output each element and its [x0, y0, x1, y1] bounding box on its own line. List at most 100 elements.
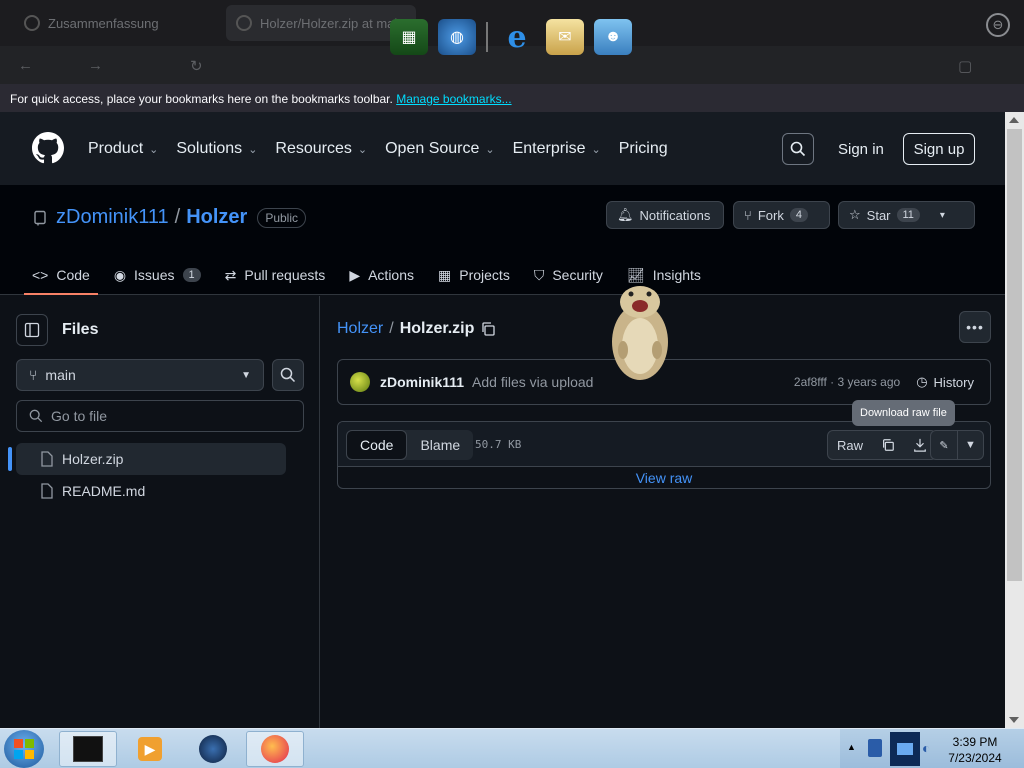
copy-path-icon[interactable] [480, 321, 496, 337]
display-icon[interactable] [890, 732, 920, 766]
nav-open-source-label: Open Source [385, 140, 480, 157]
start-button[interactable] [4, 730, 44, 768]
page-scrollbar[interactable] [1005, 112, 1024, 728]
code-view-button[interactable]: Code [346, 430, 408, 460]
star-dropdown-icon[interactable]: ▾ [940, 210, 945, 221]
sidebar-search-button[interactable] [272, 359, 304, 391]
volume-icon[interactable]: ◐ [922, 740, 930, 756]
chevron-down-icon: ⌄ [591, 143, 601, 156]
users-icon[interactable]: ☻ [594, 19, 632, 55]
raw-button[interactable]: Raw [828, 431, 872, 459]
selected-file-marker [8, 447, 12, 471]
sign-in-link[interactable]: Sign in [838, 141, 884, 158]
file-content-box: Code Blame 50.7 KB Raw ✎ ▼ View raw [337, 421, 991, 489]
tree-item-label: Holzer.zip [62, 451, 124, 467]
extensions-icon[interactable]: ▢ [958, 57, 972, 75]
nav-resources-label: Resources [275, 140, 352, 157]
taskbar-globe[interactable] [184, 731, 242, 767]
pencil-icon[interactable]: ✎ [931, 431, 957, 459]
play-icon: ▶ [349, 266, 361, 283]
github-favicon-icon [236, 15, 252, 31]
scroll-up-icon[interactable] [1009, 117, 1019, 123]
fork-button[interactable]: ⑂ Fork 4 [733, 201, 830, 229]
copy-raw-icon[interactable] [872, 431, 904, 459]
tab-security[interactable]: ⛉ Security [534, 255, 603, 295]
commit-message[interactable]: Add files via upload [472, 374, 593, 390]
tree-item-readme[interactable]: README.md [16, 475, 286, 507]
notifications-button[interactable]: 🔔︎ Notifications [606, 201, 724, 229]
view-raw-link[interactable]: View raw [338, 470, 990, 486]
collapse-sidebar-button[interactable] [16, 314, 48, 346]
reload-icon[interactable]: ↻ [190, 57, 203, 75]
files-title: Files [62, 321, 99, 338]
account-icon[interactable]: ⊖ [986, 13, 1010, 37]
browser-tab-1[interactable]: Zusammenfassung [14, 5, 214, 41]
system-clock[interactable]: 3:39 PM 7/23/2024 [940, 734, 1010, 766]
branch-name: main [45, 367, 76, 383]
tree-item-holzer-zip[interactable]: Holzer.zip [16, 443, 286, 475]
scroll-thumb[interactable] [1007, 129, 1022, 581]
tab-issues[interactable]: ◉ Issues 1 [114, 255, 201, 295]
search-icon [29, 409, 43, 423]
history-button[interactable]: ◷ History [916, 374, 974, 390]
internet-explorer-icon[interactable]: e [498, 19, 536, 55]
tab-code[interactable]: <> Code [24, 255, 98, 295]
more-options-button[interactable]: ••• [959, 311, 991, 343]
notifications-label: Notifications [639, 207, 711, 223]
tab-pull-requests[interactable]: ⇄ Pull requests [225, 255, 326, 295]
nav-solutions[interactable]: Solutions ⌄ [176, 140, 257, 158]
edit-dropdown-icon[interactable]: ▼ [957, 431, 983, 459]
commit-author[interactable]: zDominik111 [380, 374, 464, 390]
raw-actions: Raw [827, 430, 938, 460]
forward-icon[interactable]: → [88, 57, 103, 74]
taskbar-firefox[interactable] [246, 731, 304, 767]
avatar[interactable] [350, 372, 370, 392]
branch-selector[interactable]: ⑂ main ▼ [16, 359, 264, 391]
repo-name-link[interactable]: Holzer [186, 206, 247, 229]
taskbar-media-player[interactable]: ▶ [121, 731, 179, 767]
manage-bookmarks-link[interactable]: Manage bookmarks... [396, 92, 511, 106]
taskbar-terminal[interactable] [59, 731, 117, 767]
breadcrumb-repo-link[interactable]: Holzer [337, 320, 383, 338]
tab-actions[interactable]: ▶ Actions [349, 255, 414, 295]
github-logo-icon[interactable] [32, 132, 64, 164]
star-button[interactable]: ☆ Star 11 ▾ [838, 201, 975, 229]
nav-pricing[interactable]: Pricing [619, 140, 668, 158]
sign-up-button[interactable]: Sign up [903, 133, 975, 165]
star-label: Star [866, 207, 891, 223]
github-header: Product ⌄ Solutions ⌄ Resources ⌄ Open Sour… [0, 112, 1005, 185]
fork-icon: ⑂ [744, 207, 752, 223]
blame-view-button[interactable]: Blame [407, 430, 473, 460]
spreadsheet-app-icon[interactable]: ▦ [390, 19, 428, 55]
go-to-file-input[interactable]: Go to file [16, 400, 304, 432]
star-icon: ☆ [849, 207, 861, 222]
file-icon [41, 451, 53, 467]
table-icon: ▦ [438, 266, 452, 283]
repo-owner-link[interactable]: zDominik111 [56, 206, 169, 229]
app-dock: ▦ ◍ e ✉ ☻ [390, 16, 634, 58]
network-icon[interactable] [868, 739, 882, 757]
tray-expand-icon[interactable]: ▲ [847, 742, 856, 752]
bell-icon: 🔔︎ [617, 207, 634, 222]
chevron-down-icon: ⌄ [248, 143, 258, 156]
globe-download-icon[interactable]: ◍ [438, 19, 476, 55]
scroll-down-icon[interactable] [1009, 717, 1019, 723]
nav-open-source[interactable]: Open Source ⌄ [385, 140, 495, 158]
mail-folder-icon[interactable]: ✉ [546, 19, 584, 55]
search-icon [280, 367, 296, 383]
nav-resources[interactable]: Resources ⌄ [275, 140, 367, 158]
tab-projects[interactable]: ▦ Projects [438, 255, 510, 295]
terminal-icon [73, 736, 103, 762]
visibility-badge: Public [257, 207, 307, 228]
clock-time: 3:39 PM [952, 735, 998, 749]
back-icon[interactable]: ← [18, 57, 33, 74]
nav-product[interactable]: Product ⌄ [88, 140, 158, 158]
browser-tab-2[interactable]: Holzer/Holzer.zip at main [226, 5, 416, 41]
commit-meta[interactable]: 2af8fff · 3 years ago [794, 375, 900, 389]
tab-code-label: Code [56, 267, 90, 283]
header-search-button[interactable] [782, 133, 814, 165]
fork-label: Fork [757, 207, 784, 223]
edit-actions: ✎ ▼ [930, 430, 984, 460]
nav-enterprise[interactable]: Enterprise ⌄ [513, 140, 601, 158]
caret-down-icon: ▼ [241, 369, 251, 381]
